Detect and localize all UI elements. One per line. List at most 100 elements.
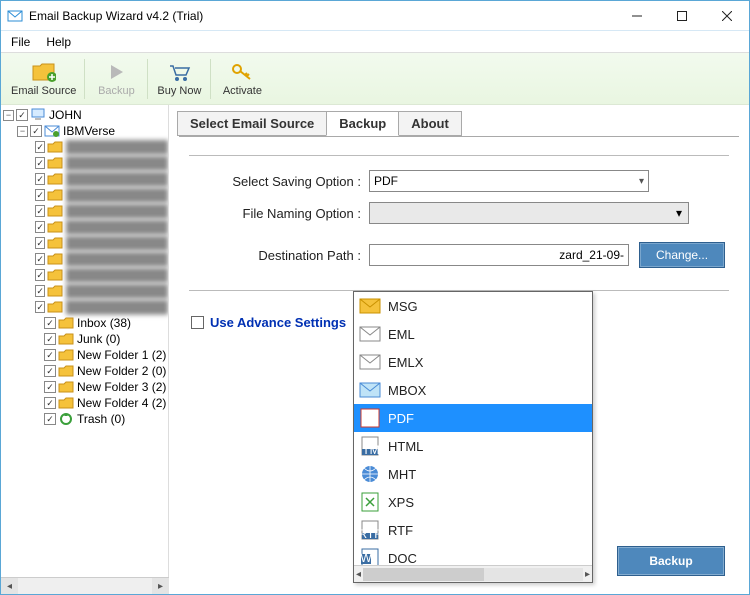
separator [84,59,85,99]
dropdown-option-html[interactable]: HTMLHTML [354,432,592,460]
tree-node-folder[interactable]: ████████████ [3,267,168,283]
scroll-track[interactable] [363,568,583,581]
expand-icon[interactable]: − [3,110,14,121]
tab-select-source[interactable]: Select Email Source [177,111,327,136]
checkbox[interactable] [44,333,56,345]
leaf-icon [31,254,33,265]
dropdown-option-eml[interactable]: EML [354,320,592,348]
node-label: ████████████ [66,300,168,314]
close-button[interactable] [704,1,749,30]
checkbox[interactable] [44,381,56,393]
tree-node-folder[interactable]: Junk (0) [3,331,168,347]
destination-input[interactable]: zard_21-09- [369,244,629,266]
tree-node-folder[interactable]: ████████████ [3,171,168,187]
backup-button[interactable]: Backup [617,546,725,576]
app-icon [7,8,23,24]
checkbox[interactable] [35,189,45,201]
menu-help[interactable]: Help [38,33,79,51]
tree-node-account[interactable]: − IBMVerse [3,123,168,139]
advance-settings-label: Use Advance Settings [210,315,346,330]
checkbox[interactable] [44,317,56,329]
option-label: HTML [388,439,423,454]
tree-node-folder[interactable]: ████████████ [3,251,168,267]
dropdown-option-xps[interactable]: XPS [354,488,592,516]
checkbox[interactable] [35,237,45,249]
scroll-left-icon[interactable]: ◂ [1,578,18,595]
tree-node-folder[interactable]: New Folder 4 (2) [3,395,168,411]
body: − JOHN − IBMVerse ██████████████████████… [1,105,749,594]
checkbox[interactable] [191,316,204,329]
scroll-thumb[interactable] [363,568,484,581]
tab-about[interactable]: About [398,111,462,136]
node-label: ████████████ [66,220,168,234]
maximize-button[interactable] [659,1,704,30]
dropdown-hscroll[interactable]: ◂ ▸ [354,565,592,582]
option-label: MBOX [388,383,426,398]
naming-option-combo[interactable]: ▾ [369,202,689,224]
dropdown-option-pdf[interactable]: PDF [354,404,592,432]
checkbox[interactable] [44,413,56,425]
dropdown-option-rtf[interactable]: RTFRTF [354,516,592,544]
checkbox[interactable] [35,205,45,217]
expand-icon[interactable]: − [17,126,28,137]
tool-email-source[interactable]: Email Source [5,55,82,103]
tool-activate[interactable]: Activate [213,55,271,103]
tool-buy-now[interactable]: Buy Now [150,55,208,103]
node-label: ████████████ [66,188,168,202]
saving-option-combo[interactable]: PDF ▾ [369,170,649,192]
tree-node-folder[interactable]: New Folder 3 (2) [3,379,168,395]
node-label: New Folder 4 (2) [77,396,166,410]
menu-file[interactable]: File [3,33,38,51]
tree-node-folder[interactable]: Trash (0) [3,411,168,427]
dropdown-list[interactable]: MSGEMLEMLX MBOX PDF HTMLHTMLMHTXPSRTFRTFWDO… [354,292,592,565]
checkbox[interactable] [30,125,42,137]
option-label: PDF [388,411,414,426]
tree-node-folder[interactable]: ████████████ [3,235,168,251]
tool-backup[interactable]: Backup [87,55,145,103]
tab-backup[interactable]: Backup [326,111,399,136]
change-button[interactable]: Change... [639,242,725,268]
node-label: ████████████ [66,268,168,282]
tree[interactable]: − JOHN − IBMVerse ██████████████████████… [1,105,169,577]
pdf-icon [358,408,382,428]
tree-node-folder[interactable]: ████████████ [3,283,168,299]
scroll-track[interactable] [18,578,152,595]
tree-node-folder[interactable]: New Folder 2 (0) [3,363,168,379]
minimize-button[interactable] [614,1,659,30]
dropdown-option-doc[interactable]: WDOC [354,544,592,565]
dropdown-option-emlx[interactable]: EMLX [354,348,592,376]
tree-hscroll[interactable]: ◂ ▸ [1,577,169,594]
checkbox[interactable] [44,397,56,409]
tree-node-root[interactable]: − JOHN [3,107,168,123]
checkbox[interactable] [35,253,45,265]
checkbox[interactable] [35,141,45,153]
checkbox[interactable] [35,269,45,281]
checkbox[interactable] [35,221,45,233]
checkbox[interactable] [35,157,45,169]
tree-node-folder[interactable]: ████████████ [3,219,168,235]
checkbox[interactable] [35,285,45,297]
checkbox[interactable] [35,173,45,185]
leaf-icon [31,158,33,169]
saving-option-dropdown[interactable]: MSGEMLEMLX MBOX PDF HTMLHTMLMHTXPSRTFRTFWDO… [353,291,593,583]
checkbox[interactable] [16,109,28,121]
tree-node-folder[interactable]: ████████████ [3,187,168,203]
checkbox[interactable] [44,349,56,361]
tree-node-folder[interactable]: ████████████ [3,203,168,219]
emlx-icon [358,352,382,372]
checkbox[interactable] [35,301,45,313]
scroll-left-icon[interactable]: ◂ [356,569,361,580]
scroll-right-icon[interactable]: ▸ [585,569,590,580]
tree-node-folder[interactable]: ████████████ [3,155,168,171]
tree-node-folder[interactable]: ████████████ [3,139,168,155]
dropdown-option-msg[interactable]: MSG [354,292,592,320]
tree-node-folder[interactable]: Inbox (38) [3,315,168,331]
tree-node-folder[interactable]: ████████████ [3,299,168,315]
checkbox[interactable] [44,365,56,377]
dropdown-option-mht[interactable]: MHT [354,460,592,488]
leaf-icon [31,382,42,393]
dropdown-option-mbox[interactable]: MBOX [354,376,592,404]
tree-node-folder[interactable]: New Folder 1 (2) [3,347,168,363]
scroll-right-icon[interactable]: ▸ [152,578,169,595]
folder-icon [58,396,74,410]
